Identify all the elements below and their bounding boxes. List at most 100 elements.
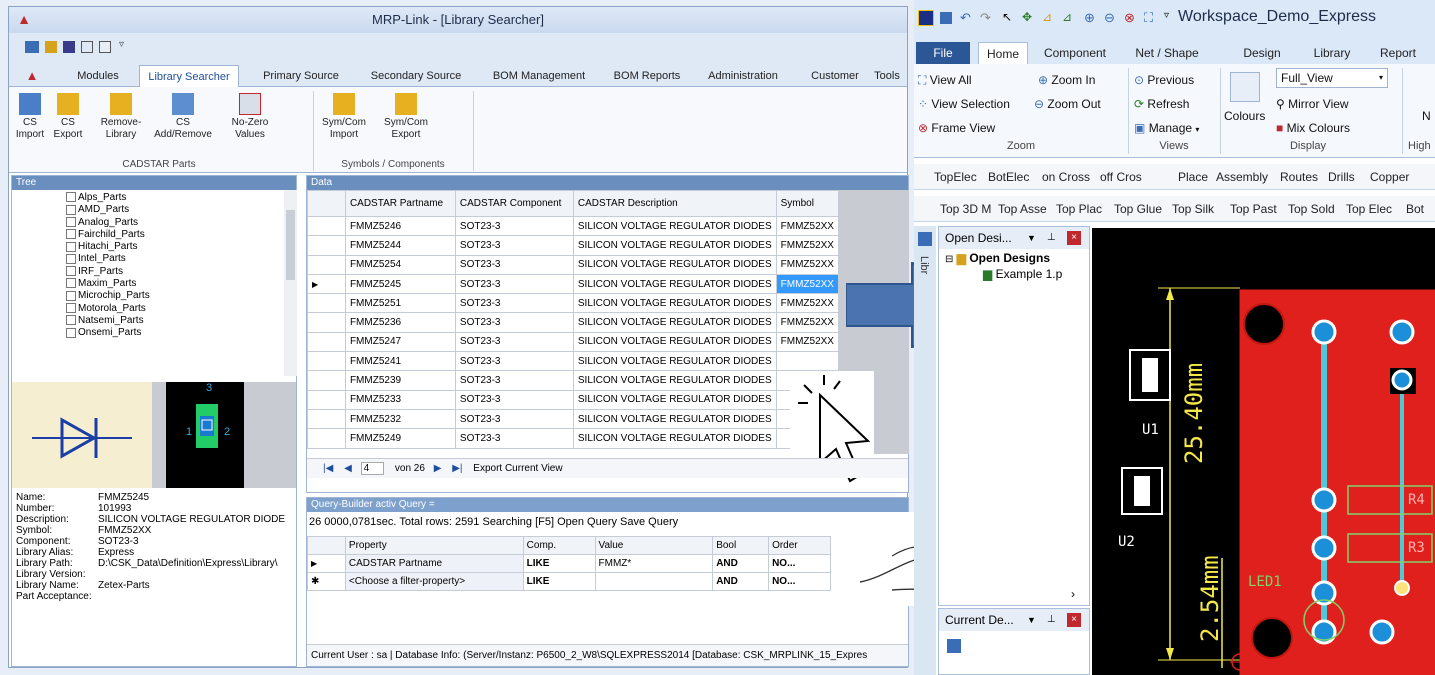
database-icon[interactable] xyxy=(63,41,75,53)
pin-icon[interactable]: ⊥ xyxy=(1047,227,1056,249)
view-select[interactable]: Full_View ▾ xyxy=(1276,68,1388,88)
tab-report[interactable]: Report xyxy=(1372,42,1424,64)
table-row[interactable]: FMMZ5241 SOT23-3 SILICON VOLTAGE REGULATOR… xyxy=(307,351,840,372)
layer-button[interactable]: Place xyxy=(1178,170,1208,184)
row-selector[interactable] xyxy=(307,254,346,275)
mirror-view-button[interactable]: ⚲ Mirror View xyxy=(1276,92,1349,116)
checkbox[interactable] xyxy=(66,303,76,314)
tab-primary-source[interactable]: Primary Source xyxy=(253,65,349,87)
table-row[interactable]: FMMZ5239 SOT23-3 SILICON VOLTAGE REGULATOR… xyxy=(307,370,840,391)
dropdown-icon[interactable]: ▼ xyxy=(1027,609,1036,631)
fit-view-icon[interactable]: ⛶ xyxy=(1144,10,1153,26)
value-input[interactable] xyxy=(594,572,714,591)
checkbox[interactable] xyxy=(66,327,76,338)
table-cell[interactable]: FMMZ5246 xyxy=(344,215,456,237)
table-cell[interactable]: FMMZ5254 xyxy=(344,254,456,275)
table-cell[interactable]: SOT23-3 xyxy=(454,293,574,314)
manage-button[interactable]: ▣ Manage ▾ xyxy=(1134,116,1199,142)
bool-select[interactable]: AND xyxy=(712,572,770,591)
layer-button[interactable]: Top Plac xyxy=(1056,202,1102,216)
redo-icon[interactable]: ↷ xyxy=(980,10,991,26)
property-select[interactable]: CADSTAR Partname xyxy=(344,554,524,573)
row-selector[interactable] xyxy=(307,215,346,237)
table-cell[interactable]: SILICON VOLTAGE REGULATOR DIODES xyxy=(572,235,777,256)
property-select[interactable]: <Choose a filter-property> xyxy=(344,572,524,591)
checkbox[interactable] xyxy=(66,253,76,264)
zoom-out-button[interactable]: ⊖ Zoom Out xyxy=(1034,92,1101,116)
table-cell[interactable]: FMMZ52XX xyxy=(775,331,840,353)
table-cell[interactable]: SILICON VOLTAGE REGULATOR DIODES xyxy=(572,312,777,333)
zoom-out-icon[interactable]: ⊖ xyxy=(1104,10,1115,26)
table-cell[interactable]: SILICON VOLTAGE REGULATOR DIODES xyxy=(572,408,777,430)
remove-library-button[interactable]: Remove- Library xyxy=(91,93,151,141)
collapse-icon[interactable]: ⊟ xyxy=(945,254,953,265)
tab-bom-management[interactable]: BOM Management xyxy=(483,65,595,87)
tab-secondary-source[interactable]: Secondary Source xyxy=(361,65,471,87)
tree-item[interactable]: Motorola_Parts xyxy=(66,303,284,315)
select-icon[interactable]: ↖ xyxy=(1002,10,1012,24)
table-cell[interactable]: FMMZ5241 xyxy=(344,351,456,372)
tree-item[interactable]: Onsemi_Parts xyxy=(66,327,284,339)
table-cell[interactable]: SILICON VOLTAGE REGULATOR DIODES xyxy=(572,370,777,391)
folder-icon[interactable] xyxy=(45,41,57,53)
table-cell[interactable]: SOT23-3 xyxy=(454,215,574,237)
table-cell[interactable]: SOT23-3 xyxy=(454,254,574,275)
row-selector[interactable] xyxy=(307,370,346,391)
table-row[interactable]: FMMZ5249 SOT23-3 SILICON VOLTAGE REGULATOR… xyxy=(307,428,840,449)
column-header[interactable]: Symbol xyxy=(775,190,840,217)
cs-export-button[interactable]: CS Export xyxy=(49,93,87,141)
undo-icon[interactable]: ↶ xyxy=(960,10,971,26)
table-row[interactable]: FMMZ5254 SOT23-3 SILICON VOLTAGE REGULATOR… xyxy=(307,254,840,275)
table-cell[interactable]: FMMZ5239 xyxy=(344,370,456,391)
comp-select[interactable]: LIKE xyxy=(522,554,596,573)
previous-button[interactable]: ⊙ Previous xyxy=(1134,68,1194,92)
page-input[interactable]: 4 xyxy=(360,462,385,475)
table-cell[interactable]: SOT23-3 xyxy=(454,331,574,353)
layer-button[interactable]: Routes xyxy=(1280,170,1318,184)
cs-import-button[interactable]: CS Import xyxy=(11,93,49,141)
sym-com-export-button[interactable]: Sym/Com Export xyxy=(377,93,435,141)
view-selection-button[interactable]: ⁘ View Selection xyxy=(918,92,1010,116)
tree-item-example[interactable]: ▆ Example 1.p xyxy=(939,265,1089,281)
layer-button[interactable]: Top Past xyxy=(1230,202,1277,216)
layer-button[interactable]: off Cros xyxy=(1100,170,1142,184)
table-row[interactable]: FMMZ5236 SOT23-3 SILICON VOLTAGE REGULATOR… xyxy=(307,312,840,333)
table-cell[interactable]: SILICON VOLTAGE REGULATOR DIODES xyxy=(572,273,777,295)
prev-page-icon[interactable]: ◀ xyxy=(344,463,352,474)
comp-select[interactable]: LIKE xyxy=(522,572,596,591)
save-icon[interactable] xyxy=(940,12,952,24)
dropdown-icon[interactable]: ▼ xyxy=(1027,227,1036,249)
checkbox[interactable] xyxy=(66,229,76,240)
order-select[interactable]: NO... xyxy=(768,554,831,573)
table-cell[interactable]: SILICON VOLTAGE REGULATOR DIODES xyxy=(572,331,777,353)
table-cell[interactable]: SILICON VOLTAGE REGULATOR DIODES xyxy=(572,389,777,410)
row-selector[interactable] xyxy=(307,351,346,372)
table-cell[interactable]: FMMZ52XX xyxy=(775,312,840,333)
edit-icon[interactable] xyxy=(99,41,111,53)
zoom-in-button[interactable]: ⊕ Zoom In xyxy=(1038,68,1095,92)
next-page-icon[interactable]: ▶ xyxy=(434,463,442,474)
row-selector[interactable] xyxy=(307,331,346,353)
tree-item[interactable]: Microchip_Parts xyxy=(66,290,284,302)
layer-button[interactable]: BotElec xyxy=(988,170,1029,184)
row-selector[interactable] xyxy=(307,293,346,314)
tree-root-open-designs[interactable]: ⊟ ▆ Open Designs xyxy=(939,249,1089,265)
layer-button[interactable]: Assembly xyxy=(1216,170,1268,184)
library-side-tab[interactable]: Libr xyxy=(918,256,930,274)
tree-item[interactable]: Analog_Parts xyxy=(66,217,284,229)
row-selector[interactable]: ▶ xyxy=(307,273,346,295)
design-icon[interactable] xyxy=(947,639,961,653)
zoom-in-icon[interactable]: ⊕ xyxy=(1084,10,1095,26)
view-all-button[interactable]: ⛶ View All xyxy=(918,68,972,92)
layer-button[interactable]: Top Silk xyxy=(1172,202,1214,216)
colours-button[interactable]: Colours xyxy=(1224,104,1265,128)
tree-item[interactable]: Hitachi_Parts xyxy=(66,241,284,253)
tree-item[interactable]: Maxim_Parts xyxy=(66,278,284,290)
tab-bom-reports[interactable]: BOM Reports xyxy=(603,65,691,87)
app-menu-icon[interactable]: ▲ xyxy=(17,65,47,87)
table-cell[interactable]: FMMZ5244 xyxy=(344,235,456,256)
no-zero-values-button[interactable]: No-Zero Values xyxy=(221,93,279,141)
tab-design[interactable]: Design xyxy=(1234,42,1290,64)
row-selector[interactable] xyxy=(307,428,346,449)
table-row[interactable]: FMMZ5232 SOT23-3 SILICON VOLTAGE REGULATOR… xyxy=(307,408,840,430)
